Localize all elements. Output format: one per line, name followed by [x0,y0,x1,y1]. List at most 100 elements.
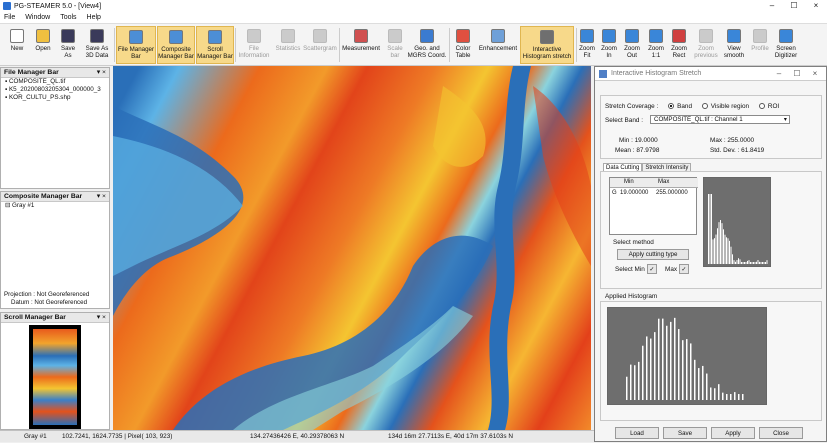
histogram-bar [702,365,704,400]
scale-bar-icon [388,29,402,43]
toolbar-statistics-button[interactable]: Statistics [273,26,303,64]
tab-data-cutting[interactable]: Data Cutting [603,163,643,171]
file-tree-item[interactable]: ▪ KOR_CULTU_PS.shp [1,94,109,102]
toolbar-zoom-rect-button[interactable]: Zoom Rect [668,26,690,64]
toolbar-separator [235,28,236,62]
toolbar-label: New [10,45,24,52]
select-max-button[interactable]: ✓ [679,264,689,274]
maximize-button[interactable]: ☐ [783,0,805,12]
histogram-bar [762,262,763,264]
dialog-close-button[interactable]: × [806,69,824,79]
applied-histogram[interactable] [607,307,767,405]
histogram-bar [738,394,740,400]
menu-tools[interactable]: Tools [60,14,76,21]
toolbar-label: Screen Digitizer [774,45,798,59]
panel-controls[interactable]: ▾ × [97,68,106,78]
toolbar-zoom-fit-button[interactable]: Zoom Fit [577,26,597,64]
histogram-bar [630,364,632,400]
toolbar-save-as-3d-data-button[interactable]: Save As 3D Data [80,26,114,64]
menu-file[interactable]: File [4,14,15,21]
georef-info: Projection : Not Georeferenced Datum : N… [1,291,89,306]
projection-text: Projection : Not Georeferenced [4,291,90,298]
file-tree-item[interactable]: ▪ K5_20200803205304_000000_3 [1,86,109,94]
tab-stretch-intensity[interactable]: Stretch Intensity [642,163,692,171]
scroll-thumbnail[interactable] [29,325,81,429]
file-info-icon [247,29,261,43]
panel-controls[interactable]: ▾ × [97,313,106,323]
minimize-button[interactable]: – [761,0,783,12]
menu-window[interactable]: Window [25,14,50,21]
toolbar-scale-bar-button[interactable]: Scale bar [384,26,406,64]
toolbar-composite-manager-bar-button[interactable]: Composite Manager Bar [157,26,195,64]
window-title: PG-STEAMER 5.0 - [View4] [14,2,102,10]
histogram-bar [646,336,648,400]
histogram-bar [745,262,747,264]
toolbar-zoom-out-button[interactable]: Zoom Out [621,26,643,64]
histogram-bar [760,262,762,264]
toolbar-scattergram-button[interactable]: Scattergram [303,26,337,64]
toolbar-new-button[interactable]: New [6,26,28,64]
toolbar-open-button[interactable]: Open [30,26,56,64]
scroll-manager-icon [208,30,222,44]
histogram-bar [712,239,714,264]
histogram-bar [766,260,768,264]
toolbar-label: Color Table [455,45,471,59]
histogram-bar [711,194,712,264]
histogram-bar [709,194,711,264]
band-histogram[interactable] [703,177,771,267]
toolbar-save-as-button[interactable]: Save As [57,26,79,64]
toolbar-measurement-button[interactable]: Measurement [340,26,382,64]
histogram-bar [727,238,729,264]
select-min-button[interactable]: ✓ [647,264,657,274]
stretch-coverage-label: Stretch Coverage : [605,103,659,110]
status-pixel: 102.7241, 1624.7735 | Pixel( 103, 923) [62,433,173,440]
stat-mean: Mean : 87.9798 [615,147,660,154]
histogram-bar [726,237,727,264]
shore-region [113,136,243,276]
tree-item-gray1[interactable]: ⊟ Gray #1 [1,202,109,210]
toolbar-interactive-histogram-stretch-button[interactable]: Interactive Histogram stretch [520,26,574,64]
toolbar-profile-button[interactable]: Profile [749,26,771,64]
toolbar-zoom-in-button[interactable]: Zoom In [598,26,620,64]
toolbar-scroll-manager-bar-button[interactable]: Scroll Manager Bar [196,26,234,64]
zoom-fit-icon [580,29,594,43]
toolbar-color-table-button[interactable]: Color Table [450,26,476,64]
close-button[interactable]: × [805,0,827,12]
toolbar-geo-and-mgrs-coord-button[interactable]: Geo. and MGRS Coord. [407,26,447,64]
menu-help[interactable]: Help [87,14,101,21]
histogram-bar [654,332,656,400]
toolbar-screen-digitizer-button[interactable]: Screen Digitizer [772,26,800,64]
dialog-maximize-button[interactable]: ☐ [788,69,806,79]
toolbar-zoom-1-1-button[interactable]: Zoom 1:1 [645,26,667,64]
cutting-grid[interactable]: Min Max G 19.000000 255.000000 [609,177,698,235]
applied-histogram-plot [608,308,766,404]
stretch-coverage-row: Stretch Coverage : Band Visible region R… [605,103,779,110]
file-tree-item[interactable]: ▪ COMPOSITE_QL.tif [1,78,109,86]
close-dialog-button[interactable]: Close [759,427,803,439]
toolbar-label: View smooth [723,45,745,59]
toolbar-view-smooth-button[interactable]: View smooth [721,26,747,64]
open-folder-icon [36,29,50,43]
toolbar-zoom-previous-button[interactable]: Zoom previous [692,26,720,64]
toolbar-file-information-button[interactable]: File Information [236,26,272,64]
apply-button[interactable]: Apply [711,427,755,439]
panel-controls[interactable]: ▾ × [97,192,106,202]
apply-cutting-button[interactable]: Apply cutting type [617,249,689,260]
select-band-dropdown[interactable]: COMPOSITE_QL.tif : Channel 1 ▾ [650,115,790,124]
toolbar-enhancement-button[interactable]: Enhancement [477,26,519,64]
save-button[interactable]: Save [663,427,707,439]
toolbar-file-manager-bar-button[interactable]: File Manager Bar [116,26,156,64]
radio-visible-region[interactable] [701,103,708,110]
grid-cell-max[interactable]: 255.000000 [656,190,688,196]
image-view[interactable] [113,66,591,430]
load-button[interactable]: Load [615,427,659,439]
main-toolbar: New Open Save As Save As 3D Data File Manage… [0,24,827,66]
toolbar-label: Zoom previous [694,45,718,59]
composite-manager-header: Composite Manager Bar ▾ × [1,192,109,202]
grid-cell-min[interactable]: 19.000000 [620,190,648,196]
grid-header-min: Min [624,179,634,185]
radio-band[interactable] [668,103,675,110]
toolbar-separator [339,28,340,62]
dialog-minimize-button[interactable]: – [770,69,788,79]
radio-roi[interactable] [758,103,765,110]
